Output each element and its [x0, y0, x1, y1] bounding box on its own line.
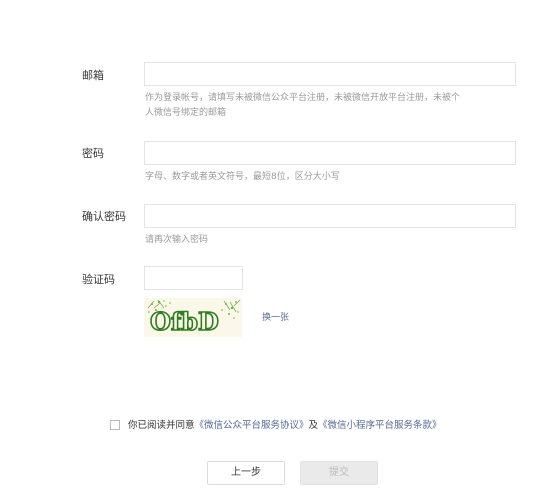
captcha-input[interactable] — [144, 266, 243, 290]
confirm-password-hint: 请再次输入密码 — [145, 235, 209, 245]
service-agreement-link[interactable]: 《微信公众平台服务协议》 — [195, 420, 309, 431]
agreement-checkbox[interactable] — [110, 420, 120, 430]
captcha-refresh-link[interactable]: 换一张 — [262, 312, 289, 324]
submit-button[interactable]: 提交 — [300, 461, 378, 485]
captcha-label: 验证码 — [82, 273, 115, 286]
confirm-password-label: 确认密码 — [82, 210, 126, 223]
email-hint-line2: 人微信号绑定的邮箱 — [145, 108, 227, 118]
agreement-prefix: 你已阅读并同意 — [128, 420, 195, 431]
email-input[interactable] — [144, 62, 516, 86]
email-label: 邮箱 — [82, 69, 104, 82]
captcha-text: OfbD — [150, 307, 219, 336]
agreement-row: 你已阅读并同意《微信公众平台服务协议》及《微信小程序平台服务条款》 — [110, 419, 442, 433]
captcha-image[interactable]: OfbD — [144, 298, 242, 337]
agreement-conjunction: 及 — [308, 420, 319, 431]
password-label: 密码 — [82, 147, 104, 160]
password-hint: 字母、数字或者英文符号，最短8位，区分大小写 — [145, 172, 340, 182]
email-hint-line1: 作为登录帐号，请填写未被微信公众平台注册，未被微信开放平台注册，未被个 — [145, 93, 461, 103]
confirm-password-input[interactable] — [144, 204, 516, 228]
captcha-graphic: OfbD — [144, 298, 242, 337]
prev-step-button[interactable]: 上一步 — [207, 461, 285, 485]
miniprogram-terms-link[interactable]: 《微信小程序平台服务条款》 — [318, 420, 442, 431]
password-input[interactable] — [144, 141, 516, 165]
